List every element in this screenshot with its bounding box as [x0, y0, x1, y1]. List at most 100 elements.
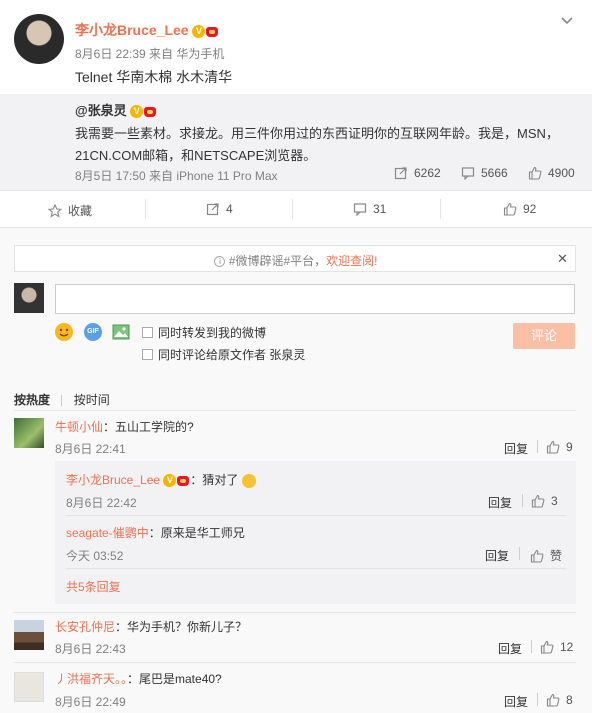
replier-name[interactable]: 李小龙Bruce_Lee: [66, 473, 160, 487]
thumb-up-icon: [531, 494, 545, 508]
notify-author-label: 同时评论给原文作者 张泉灵: [158, 348, 306, 362]
notice-bar: i #微博辟谣#平台，欢迎查阅! ✕: [14, 245, 576, 272]
favorite-button[interactable]: 收藏: [48, 202, 92, 219]
comment-button[interactable]: 31: [353, 202, 386, 216]
commenter-avatar[interactable]: [14, 672, 44, 702]
tab-hot[interactable]: 按热度: [14, 393, 50, 407]
repost-forward-count: 6262: [414, 166, 441, 180]
close-icon[interactable]: ✕: [557, 251, 568, 267]
thumb-up-icon: [546, 440, 560, 454]
forward-option[interactable]: 同时转发到我的微博: [142, 324, 266, 341]
comment-time: 8月6日 22:43: [55, 642, 126, 656]
divider: [537, 693, 538, 706]
repost-like-count: 4900: [548, 166, 575, 180]
divider: [145, 199, 146, 219]
reply-like-count: 3: [551, 494, 558, 508]
reply-text-row: seagate-催鹦中：原来是华工师兄: [66, 524, 245, 541]
action-bar: 收藏 4 31 92: [0, 191, 592, 227]
more-replies-link[interactable]: 共5条回复: [66, 578, 121, 595]
divider: [537, 440, 538, 453]
thumb-up-icon: [546, 693, 560, 707]
post-text: Telnet 华南木棉 水木清华: [75, 69, 233, 85]
forward-button[interactable]: 4: [206, 202, 233, 216]
comment-text-row: 丿洪福齐天。。：尾巴是mate40?: [55, 670, 222, 687]
gif-icon[interactable]: GIF: [84, 323, 102, 341]
comment-icon: [353, 203, 367, 216]
like-button[interactable]: 92: [503, 202, 536, 216]
notice-prefix: #微博辟谣#平台，: [228, 254, 327, 268]
comment-text: ：五山工学院的?: [103, 420, 194, 434]
laugh-cry-emoji-icon: [241, 473, 256, 488]
reply-time: 今天 03:52: [66, 549, 124, 563]
reply-button[interactable]: 回复: [498, 640, 522, 657]
comment-text-row: 长安孔仲尼：华为手机？你新儿子？: [55, 618, 247, 635]
vip-crown-icon: [176, 474, 190, 487]
comment-like-button[interactable]: 12: [540, 640, 573, 654]
repost-comment-button[interactable]: 5666: [461, 166, 508, 180]
submit-comment-button[interactable]: 评论: [513, 323, 575, 349]
commenter-name[interactable]: 长安孔仲尼: [55, 620, 115, 634]
comment-text: ：尾巴是mate40?: [127, 672, 222, 686]
thumb-up-icon: [528, 166, 542, 180]
commenter-name[interactable]: 牛顿小仙: [55, 420, 103, 434]
divider: [66, 515, 566, 516]
commenter-name[interactable]: 丿洪福齐天。。: [55, 672, 127, 686]
tab-time[interactable]: 按时间: [74, 393, 110, 407]
notice-icon: i: [214, 256, 226, 268]
reply-like-label: 赞: [550, 549, 563, 563]
author-avatar[interactable]: [14, 14, 64, 64]
comment-text: ：华为手机？你新儿子？: [115, 620, 248, 634]
replier-name[interactable]: seagate-催鹦中: [66, 526, 149, 540]
post-meta: 8月6日 22:39 来自 华为手机: [75, 47, 225, 61]
post-author-name[interactable]: 李小龙Bruce_Lee: [75, 22, 189, 38]
forward-option-label: 同时转发到我的微博: [158, 326, 267, 340]
reply-text-row: 李小龙Bruce_Lee V ：猜对了: [66, 471, 256, 488]
divider: [14, 410, 576, 411]
sort-tabs: 按热度 按时间: [14, 391, 110, 408]
reply-like-button[interactable]: 赞: [530, 547, 562, 564]
reply-button[interactable]: 回复: [504, 693, 528, 710]
reply-text: ：原来是华工师兄: [148, 526, 245, 540]
checkbox[interactable]: [142, 349, 153, 360]
commenter-avatar[interactable]: [14, 620, 44, 650]
comment-like-count: 9: [566, 440, 573, 454]
like-count: 92: [523, 202, 537, 216]
divider: [14, 662, 576, 663]
reply-button[interactable]: 回复: [485, 547, 509, 564]
divider: [519, 547, 520, 560]
emoji-icon[interactable]: [55, 323, 73, 341]
my-avatar: [14, 283, 44, 313]
checkbox[interactable]: [142, 327, 153, 338]
thumb-up-icon: [503, 202, 517, 216]
reply-like-button[interactable]: 3: [531, 494, 558, 508]
repost-author[interactable]: @张泉灵: [75, 103, 127, 118]
repost-comment-count: 5666: [481, 166, 508, 180]
repost-block: @张泉灵 V 我需要一些素材。求接龙。用三件你用过的东西证明你的互联网年龄。我是…: [0, 94, 592, 190]
notify-author-option[interactable]: 同时评论给原文作者 张泉灵: [142, 346, 305, 363]
divider: [440, 199, 441, 219]
chevron-down-icon[interactable]: [560, 14, 574, 28]
comment-icon: [461, 167, 475, 180]
verified-icon: V: [163, 474, 177, 488]
favorite-label: 收藏: [68, 204, 93, 218]
repost-like-button[interactable]: 4900: [528, 166, 575, 180]
image-icon[interactable]: [112, 323, 130, 341]
reply-button[interactable]: 回复: [488, 494, 512, 511]
comment-input[interactable]: [55, 284, 575, 314]
verified-icon: V: [192, 24, 206, 38]
comment-like-count: 12: [560, 640, 574, 654]
post-author-row: 李小龙Bruce_Lee V: [75, 20, 219, 40]
notice-link[interactable]: 欢迎查阅!: [326, 254, 377, 268]
divider: [531, 640, 532, 653]
reply-button[interactable]: 回复: [504, 440, 528, 457]
comment-like-button[interactable]: 9: [546, 440, 573, 454]
comment-text-row: 牛顿小仙：五山工学院的?: [55, 418, 194, 435]
divider: [66, 568, 566, 569]
commenter-avatar[interactable]: [14, 418, 44, 448]
thumb-up-icon: [540, 640, 554, 654]
divider: [61, 395, 63, 407]
repost-forward-button[interactable]: 6262: [394, 166, 441, 180]
repost-text-line2: 21CN.COM邮箱，和NETSCAPE浏览器。: [75, 148, 317, 163]
forward-icon: [206, 203, 219, 216]
comment-like-button[interactable]: 8: [546, 693, 573, 707]
